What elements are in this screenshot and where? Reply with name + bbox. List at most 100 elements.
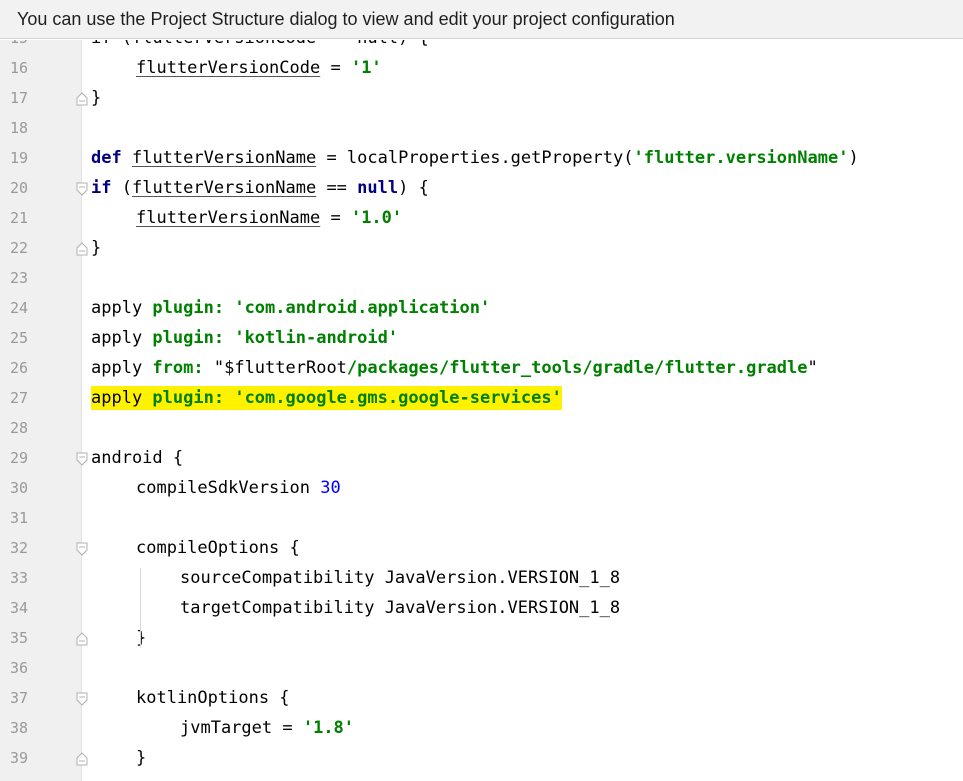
code-text: targetCompatibility JavaVersion.VERSION_…: [180, 598, 621, 618]
line-number: 21: [9, 209, 28, 227]
code-line[interactable]: 38 jvmTarget = '1.8': [0, 713, 963, 743]
fold-start-icon[interactable]: [76, 541, 88, 556]
line-number: 28: [9, 419, 28, 437]
line-number: 35: [9, 629, 28, 647]
property-name: compileSdkVersion: [136, 478, 321, 498]
string-literal: 'kotlin-android': [234, 328, 399, 348]
code-line[interactable]: 34 targetCompatibility JavaVersion.VERSI…: [0, 593, 963, 623]
code-line[interactable]: 24 apply plugin: 'com.android.applicatio…: [0, 293, 963, 323]
code-line[interactable]: 28: [0, 413, 963, 443]
code-text: }: [91, 238, 102, 258]
code-line[interactable]: 32 compileOptions {: [0, 533, 963, 563]
code-line[interactable]: 26 apply from: "$flutterRoot/packages/fl…: [0, 353, 963, 383]
method-name: apply: [91, 298, 153, 318]
keyword: null: [357, 178, 399, 198]
code-editor[interactable]: 15 if (flutterVersionCode == null) { 16 …: [0, 40, 963, 781]
string-literal: '1.8': [302, 718, 355, 738]
line-number: 30: [9, 479, 28, 497]
line-number: 22: [9, 239, 28, 257]
code-text: flutterVersionName = '1.0': [136, 203, 402, 233]
line-number: 15: [0, 40, 28, 53]
code-line[interactable]: 30 compileSdkVersion 30: [0, 473, 963, 503]
fold-start-icon[interactable]: [76, 451, 88, 466]
line-number: 38: [9, 719, 28, 737]
fold-end-icon[interactable]: [76, 751, 88, 766]
code-line[interactable]: 23: [0, 263, 963, 293]
operator: =: [272, 718, 303, 738]
line-number: 26: [9, 359, 28, 377]
method-name: apply: [91, 328, 153, 348]
property-name: flutterVersionCode: [136, 58, 321, 78]
indent-guide: [140, 568, 141, 648]
code-line[interactable]: 35 }: [0, 623, 963, 653]
line-number: 36: [9, 659, 28, 677]
code-line[interactable]: 19 def flutterVersionName = localPropert…: [0, 143, 963, 173]
code-line[interactable]: 36: [0, 653, 963, 683]
string-literal: '1.0': [350, 208, 403, 228]
line-number: 23: [9, 269, 28, 287]
code-text: apply plugin: 'kotlin-android': [91, 323, 398, 353]
code-line[interactable]: 29 android {: [0, 443, 963, 473]
line-number: 24: [9, 299, 28, 317]
keyword: def: [91, 148, 122, 168]
code-line[interactable]: 25 apply plugin: 'kotlin-android': [0, 323, 963, 353]
gstring-literal: /packages/flutter_tools/gradle/flutter.g…: [346, 358, 808, 378]
ide-notification-banner[interactable]: You can use the Project Structure dialog…: [0, 0, 963, 39]
line-number: 16: [9, 59, 28, 77]
operator: =: [316, 148, 347, 168]
punctuation: ) {: [398, 178, 429, 198]
code-line[interactable]: 22 }: [0, 233, 963, 263]
named-argument: plugin:: [152, 328, 225, 348]
string-literal: 'com.google.gms.google-services': [234, 388, 562, 408]
line-number: 25: [9, 329, 28, 347]
keyword: if: [91, 178, 112, 198]
code-text: flutterVersionCode = '1': [136, 53, 382, 83]
fold-start-icon[interactable]: [76, 181, 88, 196]
code-text: }: [91, 88, 102, 108]
code-text: def flutterVersionName = localProperties…: [91, 143, 859, 173]
code-line[interactable]: 31: [0, 503, 963, 533]
line-number: 39: [9, 749, 28, 767]
fold-start-icon[interactable]: [76, 691, 88, 706]
code-line[interactable]: 21 flutterVersionName = '1.0': [0, 203, 963, 233]
line-number: 18: [9, 119, 28, 137]
code-text: apply plugin: 'com.android.application': [91, 293, 490, 323]
code-line[interactable]: 37 kotlinOptions {: [0, 683, 963, 713]
code-text: android {: [91, 448, 184, 468]
property-name: jvmTarget: [180, 718, 273, 738]
named-argument: plugin:: [152, 388, 225, 408]
fold-end-icon[interactable]: [76, 241, 88, 256]
method-call: localProperties.getProperty(: [346, 148, 634, 168]
code-text: compileOptions {: [136, 538, 300, 558]
code-line[interactable]: 39 }: [0, 743, 963, 773]
line-number: 37: [9, 689, 28, 707]
property-name: flutterVersionName: [136, 208, 321, 228]
code-text: if (flutterVersionName == null) {: [91, 173, 429, 203]
method-name: apply: [91, 358, 153, 378]
code-line[interactable]: 20 if (flutterVersionName == null) {: [0, 173, 963, 203]
fold-end-icon[interactable]: [76, 91, 88, 106]
line-number: 34: [9, 599, 28, 617]
code-line-highlighted[interactable]: 27 apply plugin: 'com.google.gms.google-…: [0, 383, 963, 413]
line-number: 19: [9, 149, 28, 167]
code-text: jvmTarget = '1.8': [180, 713, 354, 743]
line-number: 32: [9, 539, 28, 557]
operator: =: [320, 208, 351, 228]
code-line[interactable]: 33 sourceCompatibility JavaVersion.VERSI…: [0, 563, 963, 593]
code-text: if (flutterVersionCode == null) {: [91, 40, 429, 53]
number-literal: 30: [320, 478, 341, 498]
operator: ==: [316, 178, 358, 198]
gstring-variable: "$flutterRoot: [213, 358, 347, 378]
code-text: apply plugin: 'com.google.gms.google-ser…: [91, 383, 562, 413]
code-text: apply from: "$flutterRoot/packages/flutt…: [91, 353, 818, 383]
code-line[interactable]: 17 }: [0, 83, 963, 113]
fold-end-icon[interactable]: [76, 631, 88, 646]
line-number: 20: [9, 179, 28, 197]
code-line[interactable]: 16 flutterVersionCode = '1': [0, 53, 963, 83]
code-line[interactable]: 15 if (flutterVersionCode == null) {: [0, 40, 963, 53]
code-text: }: [136, 628, 147, 648]
code-line[interactable]: 18: [0, 113, 963, 143]
